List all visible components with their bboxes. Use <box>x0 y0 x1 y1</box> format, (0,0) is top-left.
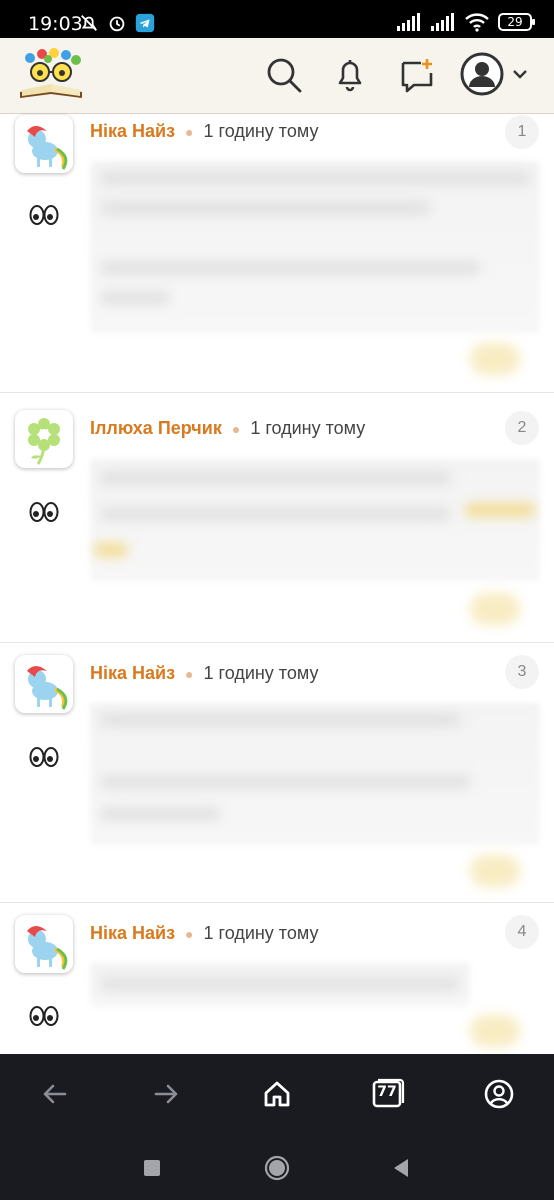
signal-icon <box>397 13 420 31</box>
search-icon[interactable] <box>264 55 304 95</box>
eyes-icon[interactable] <box>29 202 59 228</box>
pony-avatar[interactable] <box>15 655 73 713</box>
comment-item: Іллюха Перчик ● 1 годину тому 2 <box>0 393 554 643</box>
alarm-icon <box>109 16 125 32</box>
reaction-badge[interactable] <box>470 593 520 625</box>
comment-time[interactable]: 1 годину тому <box>204 663 319 684</box>
telegram-icon <box>135 13 155 33</box>
separator-dot: ● <box>185 123 194 140</box>
recents-square-icon[interactable] <box>138 1154 166 1182</box>
blurred-comment-text <box>90 459 540 581</box>
pony-avatar-icon <box>27 926 68 970</box>
separator-dot: ● <box>185 925 194 942</box>
comment-item: Ніка Найз ● 1 годину тому 3 <box>0 643 554 903</box>
comment-time[interactable]: 1 годину тому <box>204 923 319 944</box>
eyes-icon[interactable] <box>29 499 59 525</box>
account-avatar-icon[interactable] <box>460 52 504 96</box>
back-arrow-icon[interactable] <box>35 1074 75 1114</box>
comment-meta: Іллюха Перчик ● 1 годину тому <box>90 418 365 439</box>
profile-icon[interactable] <box>479 1074 519 1114</box>
separator-dot: ● <box>185 665 194 682</box>
wifi-icon <box>465 13 489 32</box>
eyes-icon[interactable] <box>29 1003 59 1029</box>
status-time: 19:03 <box>28 13 83 35</box>
blurred-comment-text <box>90 703 540 845</box>
forward-arrow-icon[interactable] <box>146 1074 186 1114</box>
bell-icon[interactable] <box>330 55 370 95</box>
tabs-count: 77 <box>377 1084 397 1100</box>
app-header <box>0 38 554 114</box>
blurred-comment-text <box>90 963 470 1007</box>
pony-avatar-icon <box>27 666 68 710</box>
separator-dot: ● <box>231 420 241 437</box>
comment-number[interactable]: 4 <box>505 915 539 949</box>
pony-avatar[interactable] <box>15 115 73 173</box>
reaction-badge[interactable] <box>470 1015 520 1047</box>
reaction-badge[interactable] <box>470 343 520 375</box>
comment-item: Ніка Найз ● 1 годину тому 4 <box>0 903 554 1054</box>
comment-meta: Ніка Найз ● 1 годину тому <box>90 121 318 142</box>
home-icon[interactable] <box>257 1074 297 1114</box>
blurred-comment-text <box>90 161 540 333</box>
tabs-button[interactable]: 77 <box>368 1074 408 1114</box>
comment-author[interactable]: Іллюха Перчик <box>90 418 222 439</box>
account-menu[interactable] <box>460 52 532 98</box>
comment-meta: Ніка Найз ● 1 годину тому <box>90 923 318 944</box>
flower-avatar[interactable] <box>15 410 73 468</box>
comment-author[interactable]: Ніка Найз <box>90 663 175 684</box>
pony-avatar[interactable] <box>15 915 73 973</box>
eyes-icon[interactable] <box>29 744 59 770</box>
chevron-down-icon[interactable] <box>510 64 530 84</box>
system-navigation-bar <box>0 1136 554 1200</box>
book-with-glasses-logo[interactable] <box>16 46 86 102</box>
comment-meta: Ніка Найз ● 1 годину тому <box>90 663 318 684</box>
comment-time[interactable]: 1 годину тому <box>250 418 365 439</box>
reaction-badge[interactable] <box>470 855 520 887</box>
flower-avatar-icon <box>28 418 60 465</box>
comment-item: Ніка Найз ● 1 годину тому 1 <box>0 115 554 393</box>
home-circle-icon[interactable] <box>263 1154 291 1182</box>
comment-number[interactable]: 1 <box>505 115 539 149</box>
browser-toolbar: 77 <box>0 1054 554 1136</box>
back-triangle-icon[interactable] <box>388 1154 416 1182</box>
pony-avatar-icon <box>27 126 68 170</box>
signal-icon <box>431 13 454 31</box>
comment-author[interactable]: Ніка Найз <box>90 923 175 944</box>
mute-bell-icon <box>81 15 97 31</box>
comment-author[interactable]: Ніка Найз <box>90 121 175 142</box>
new-message-icon[interactable] <box>397 55 437 95</box>
comment-number[interactable]: 2 <box>505 411 539 445</box>
battery-indicator: 29 <box>498 13 535 31</box>
comment-number[interactable]: 3 <box>505 655 539 689</box>
comment-time[interactable]: 1 годину тому <box>204 121 319 142</box>
